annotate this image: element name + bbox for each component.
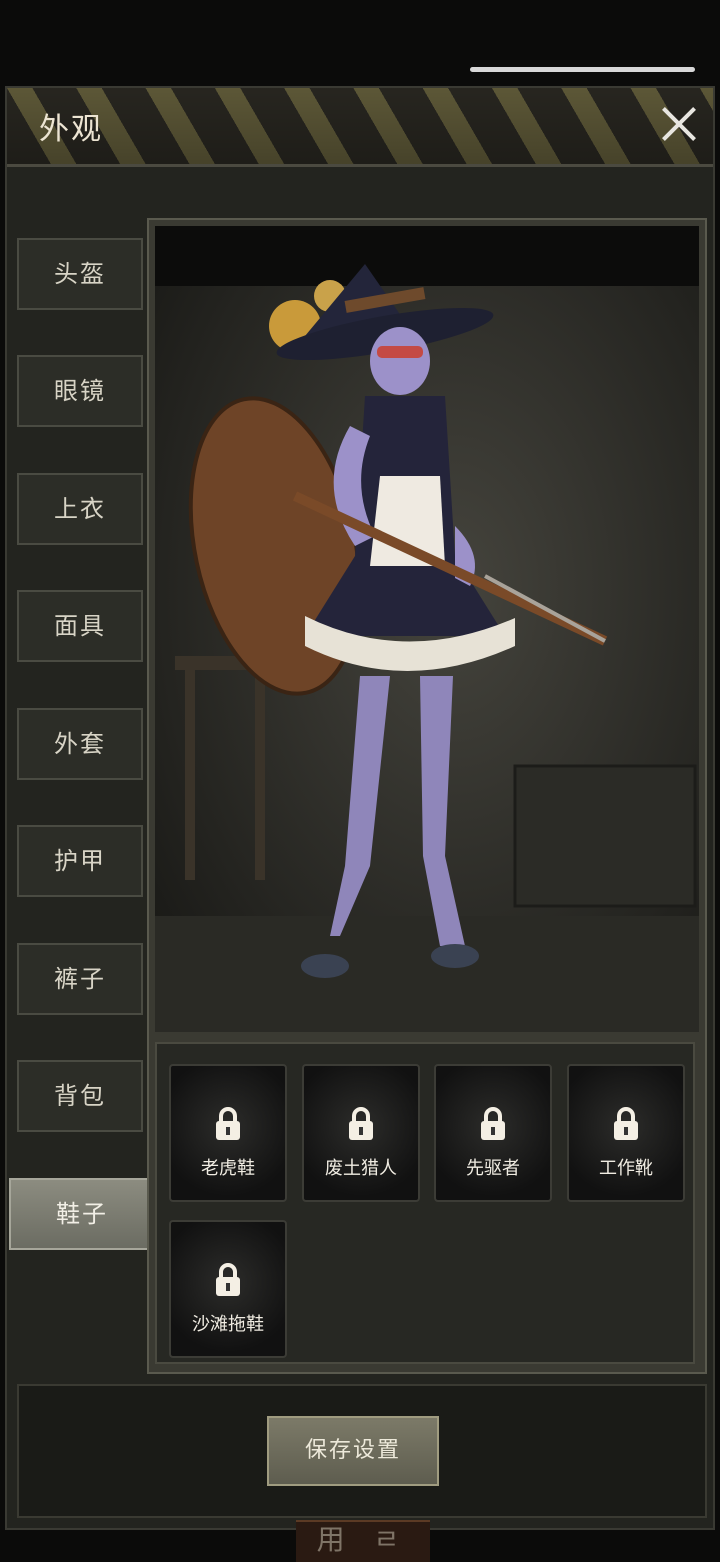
tab-backpack[interactable]: 背包 xyxy=(17,1060,143,1132)
item-name: 废土猎人 xyxy=(325,1158,397,1179)
tab-armor[interactable]: 护甲 xyxy=(17,825,143,897)
lock-icon xyxy=(614,1107,638,1140)
item-name: 老虎鞋 xyxy=(201,1158,255,1179)
item-name: 沙滩拖鞋 xyxy=(192,1314,264,1335)
tab-shirt[interactable]: 上衣 xyxy=(17,473,143,545)
lock-icon xyxy=(216,1107,240,1140)
tab-mask[interactable]: 面具 xyxy=(17,590,143,662)
bottom-peek-button: 用 ㄹ xyxy=(296,1520,430,1562)
character-illustration xyxy=(155,226,699,1032)
item-name: 先驱者 xyxy=(466,1158,520,1179)
tab-helmet[interactable]: 头盔 xyxy=(17,238,143,310)
footer-bar: 保存设置 xyxy=(17,1384,707,1518)
appearance-panel: 外观 头盔 眼镜 上衣 面具 外套 护甲 裤子 背包 鞋子 老虎鞋 废土猎人 先… xyxy=(5,86,715,1530)
lock-icon xyxy=(216,1263,240,1296)
save-settings-button[interactable]: 保存设置 xyxy=(267,1416,439,1486)
shoe-items-grid: 老虎鞋 废土猎人 先驱者 工作靴 沙滩拖鞋 xyxy=(155,1042,695,1364)
character-preview xyxy=(155,226,699,1032)
preview-stage: 老虎鞋 废土猎人 先驱者 工作靴 沙滩拖鞋 xyxy=(147,218,707,1374)
bottom-peek-label: 用 ㄹ xyxy=(316,1523,410,1556)
close-icon[interactable] xyxy=(659,104,699,144)
tab-pants[interactable]: 裤子 xyxy=(17,943,143,1015)
tab-coat[interactable]: 外套 xyxy=(17,708,143,780)
item-slot[interactable]: 工作靴 xyxy=(567,1064,685,1202)
item-slot[interactable]: 先驱者 xyxy=(434,1064,552,1202)
panel-title: 外观 xyxy=(39,112,103,147)
item-name: 工作靴 xyxy=(599,1158,653,1179)
home-indicator xyxy=(470,67,695,72)
item-slot[interactable]: 老虎鞋 xyxy=(169,1064,287,1202)
item-slot[interactable]: 沙滩拖鞋 xyxy=(169,1220,287,1358)
lock-icon xyxy=(349,1107,373,1140)
tab-glasses[interactable]: 眼镜 xyxy=(17,355,143,427)
tab-shoes[interactable]: 鞋子 xyxy=(9,1178,155,1250)
panel-header: 外观 xyxy=(7,88,713,167)
lock-icon xyxy=(481,1107,505,1140)
item-slot[interactable]: 废土猎人 xyxy=(302,1064,420,1202)
